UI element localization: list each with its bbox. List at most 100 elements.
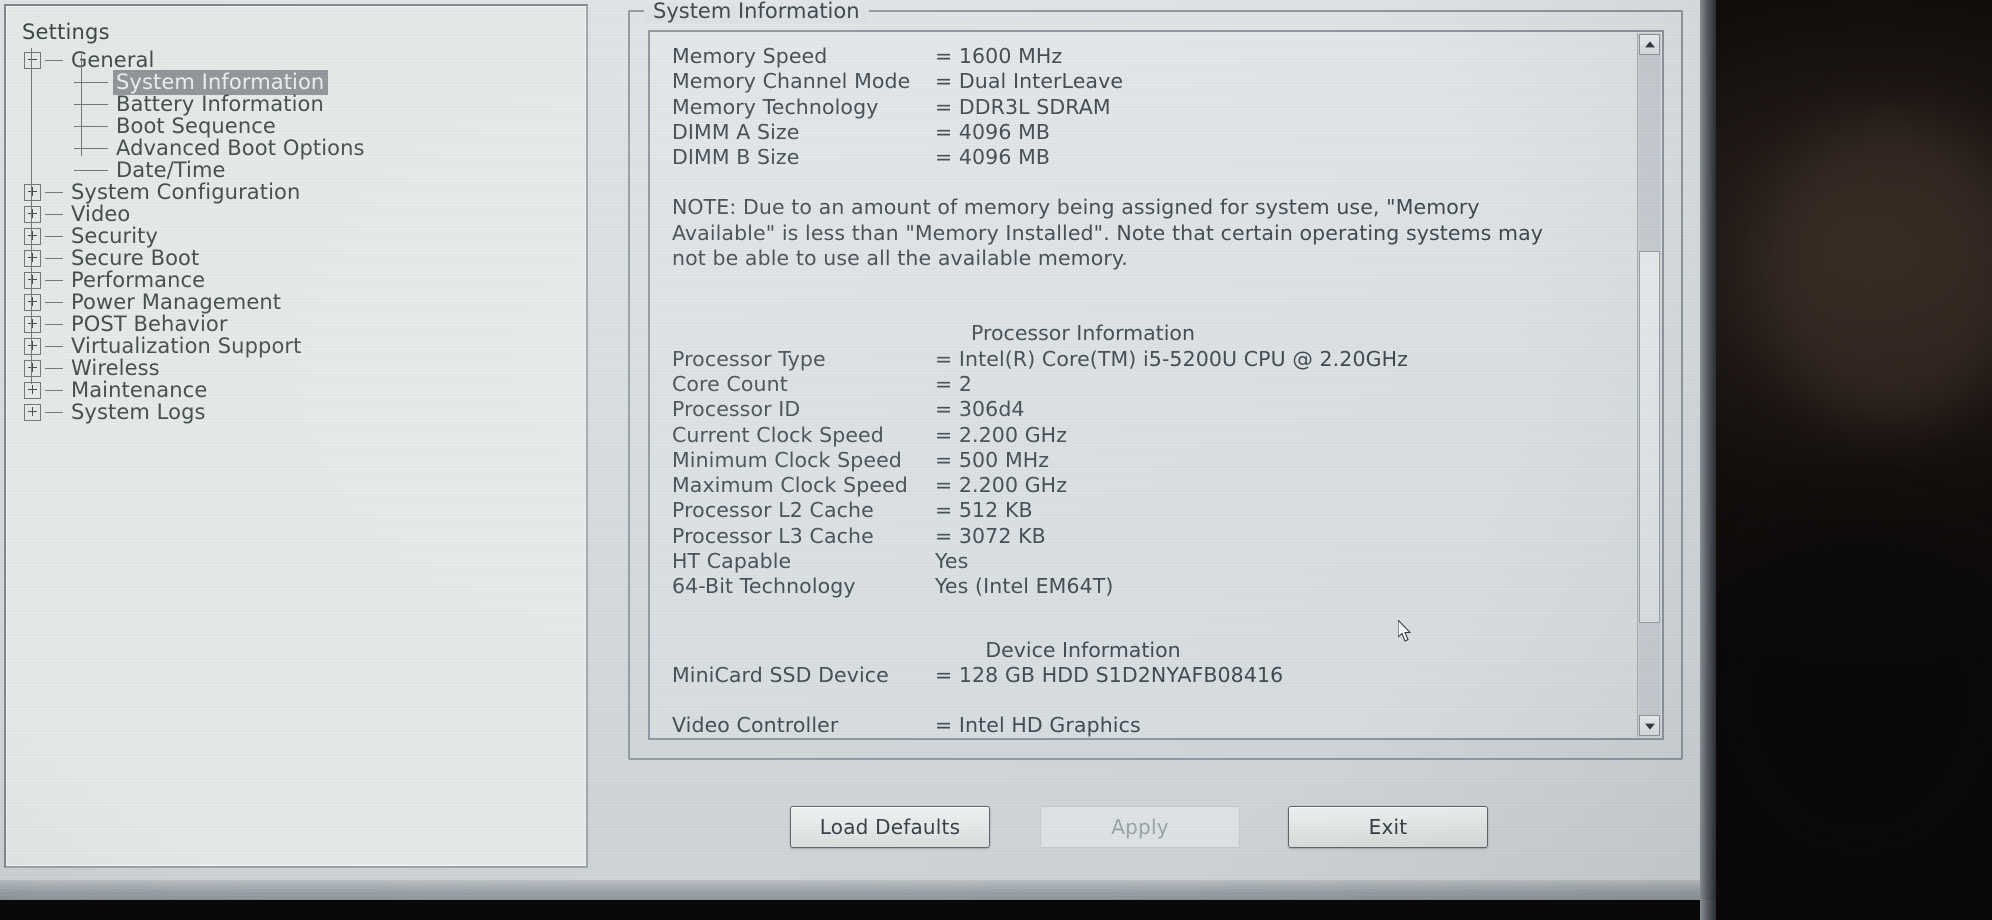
info-row-value: = 306d4: [935, 397, 1025, 422]
info-row: MiniCard SSD Device = 128 GB HDD S1D2NYAF…: [672, 663, 1636, 688]
info-row-label: Video BIOS Version: [672, 739, 935, 740]
info-row: Memory Channel Mode = Dual InterLeave: [672, 69, 1636, 94]
info-row-label: Memory Channel Mode: [672, 69, 911, 94]
expand-plus-icon[interactable]: [24, 403, 41, 421]
info-row-value: = 500 MHz: [935, 447, 1050, 472]
info-row: Processor L2 Cache = 512 KB: [672, 498, 1636, 523]
sidebar-item-system-logs[interactable]: System Logs: [16, 401, 586, 423]
sidebar-item-battery-information[interactable]: Battery Information: [16, 93, 586, 115]
info-row: DIMM A Size = 4096 MB: [672, 120, 1636, 145]
info-row-label: Core Count: [672, 371, 788, 396]
expand-plus-icon[interactable]: [24, 315, 41, 333]
info-row-value: = 3072 KB: [935, 523, 1046, 548]
tree-connector-line: [45, 301, 63, 303]
sidebar-item-performance[interactable]: Performance: [16, 269, 586, 291]
info-row-label: Current Clock Speed: [672, 422, 884, 447]
sidebar-item-label: Power Management: [71, 290, 282, 314]
info-row-label: HT Capable: [672, 549, 792, 574]
info-row-value: = 128 GB HDD S1D2NYAFB08416: [935, 662, 1284, 687]
info-row: Video Controller = Intel HD Graphics: [672, 713, 1636, 738]
info-row-label: Maximum Clock Speed: [672, 473, 908, 498]
sidebar-item-label: Security: [71, 224, 159, 248]
tree-connector-line: [74, 169, 108, 171]
info-row-label: DIMM B Size: [672, 145, 800, 170]
expand-plus-icon[interactable]: [24, 359, 41, 377]
info-row-value: = 4096 MB: [935, 119, 1051, 144]
expand-plus-icon[interactable]: [24, 227, 41, 245]
expand-plus-icon[interactable]: [24, 293, 41, 311]
sidebar-item-general[interactable]: General: [16, 49, 586, 71]
info-row: Current Clock Speed = 2.200 GHz: [672, 423, 1636, 448]
sidebar-item-label: Advanced Boot Options: [116, 136, 365, 160]
info-row-value: = 2.200 GHz: [935, 473, 1068, 498]
sidebar-item-label: Battery Information: [116, 92, 324, 116]
info-row: Memory Technology = DDR3L SDRAM: [672, 95, 1636, 120]
collapse-minus-icon[interactable]: [24, 51, 41, 69]
settings-tree-panel[interactable]: Settings General System Information Batter…: [4, 4, 588, 868]
expand-plus-icon[interactable]: [24, 249, 41, 267]
tree-connector-line: [45, 411, 63, 413]
sidebar-item-system-configuration[interactable]: System Configuration: [16, 181, 586, 203]
info-row: Minimum Clock Speed = 500 MHz: [672, 448, 1636, 473]
sidebar-item-wireless[interactable]: Wireless: [16, 357, 586, 379]
sidebar-item-label: Date/Time: [116, 158, 226, 182]
tree-connector-line: [45, 367, 63, 369]
sidebar-item-label: System Information: [113, 69, 329, 95]
info-row-value: = Dual InterLeave: [935, 69, 1124, 94]
load-defaults-button[interactable]: Load Defaults: [790, 806, 990, 848]
info-row-label: Processor Type: [672, 346, 826, 371]
group-box-title: System Information: [644, 0, 869, 22]
expand-plus-icon[interactable]: [24, 381, 41, 399]
system-information-content-frame: Memory Speed = 1600 MHz Memory Channel Mod…: [648, 30, 1664, 740]
processor-info-rows: Processor Type = Intel(R) Core(TM) i5-520…: [672, 347, 1636, 600]
scrollbar-thumb[interactable]: [1639, 251, 1660, 623]
sidebar-item-virtualization-support[interactable]: Virtualization Support: [16, 335, 586, 357]
background-shadow: [1700, 520, 1992, 880]
system-information-content: Memory Speed = 1600 MHz Memory Channel Mod…: [650, 32, 1636, 738]
info-row-label: Processor ID: [672, 397, 801, 422]
settings-tree-list[interactable]: General System Information Battery Informa…: [16, 49, 586, 423]
tree-connector-line: [45, 235, 63, 237]
sidebar-item-system-information[interactable]: System Information: [16, 69, 586, 95]
tree-connector-line: [45, 213, 63, 215]
scroll-up-button[interactable]: [1639, 34, 1660, 55]
expand-plus-icon[interactable]: [24, 183, 41, 201]
sidebar-item-date-time[interactable]: Date/Time: [16, 159, 586, 181]
sidebar-item-post-behavior[interactable]: POST Behavior: [16, 313, 586, 335]
tree-connector-line: [45, 59, 63, 61]
sidebar-item-label: Video: [71, 202, 131, 226]
content-scrollbar[interactable]: [1637, 33, 1661, 737]
bios-setup-window: Settings General System Information Batter…: [0, 0, 1716, 880]
scrollbar-track-upper[interactable]: [1639, 55, 1660, 251]
expand-plus-icon[interactable]: [24, 337, 41, 355]
sidebar-item-power-management[interactable]: Power Management: [16, 291, 586, 313]
device-video-rows: Video Controller = Intel HD GraphicsVideo…: [672, 713, 1636, 740]
sidebar-item-maintenance[interactable]: Maintenance: [16, 379, 586, 401]
info-row-value: = Intel HD Graphics: [935, 713, 1141, 738]
sidebar-item-security[interactable]: Security: [16, 225, 586, 247]
expand-plus-icon[interactable]: [24, 271, 41, 289]
memory-note: NOTE: Due to an amount of memory being a…: [672, 195, 1544, 271]
device-storage-rows: MiniCard SSD Device = 128 GB HDD S1D2NYAF…: [672, 663, 1636, 688]
scroll-down-button[interactable]: [1639, 715, 1660, 736]
info-row-label: MiniCard SSD Device: [672, 662, 889, 687]
sidebar-item-label: System Logs: [71, 400, 206, 424]
sidebar-item-advanced-boot-options[interactable]: Advanced Boot Options: [16, 137, 586, 159]
screen-right-bezel: [1700, 0, 1716, 920]
sidebar-item-label: POST Behavior: [71, 312, 228, 336]
info-row: Core Count = 2: [672, 372, 1636, 397]
sidebar-item-boot-sequence[interactable]: Boot Sequence: [16, 115, 586, 137]
exit-button[interactable]: Exit: [1288, 806, 1488, 848]
scrollbar-track-lower[interactable]: [1639, 623, 1660, 715]
expand-plus-icon[interactable]: [24, 205, 41, 223]
tree-connector-line: [45, 345, 63, 347]
info-row-label: Memory Speed: [672, 44, 828, 68]
tree-connector-line: [45, 191, 63, 193]
sidebar-item-secure-boot[interactable]: Secure Boot: [16, 247, 586, 269]
sidebar-item-video[interactable]: Video: [16, 203, 586, 225]
laptop-screen: Settings General System Information Batter…: [0, 0, 1716, 900]
info-row-label: Processor L2 Cache: [672, 498, 874, 523]
